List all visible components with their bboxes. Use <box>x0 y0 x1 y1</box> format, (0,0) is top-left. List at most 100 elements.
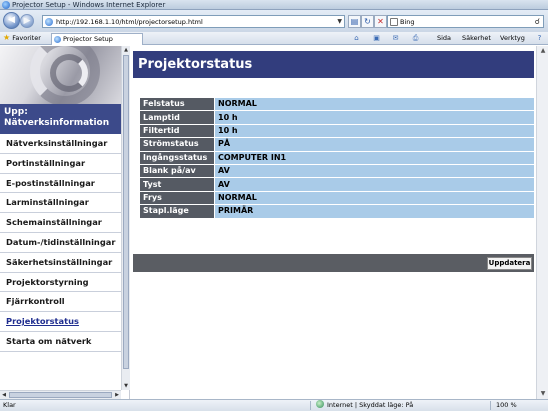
sidebar-item-date-time-settings[interactable]: Datum-/tidinställningar <box>0 233 121 253</box>
status-key: Ingångsstatus <box>140 151 214 164</box>
table-row: Blank på/av AV <box>140 164 534 178</box>
page-menu[interactable]: Sida <box>437 32 451 44</box>
sidebar: Upp: Nätverksinformation Nätverksinställ… <box>0 46 130 399</box>
table-row: Strömstatus PÅ <box>140 138 534 151</box>
address-toolbar: ◀ ▶ http://192.168.1.10/html/projectorse… <box>0 10 548 32</box>
table-row: Lamptid 10 h <box>140 111 534 124</box>
home-icon[interactable]: ⌂ <box>352 34 361 42</box>
search-box[interactable]: Bing ☌ <box>387 15 544 28</box>
sidebar-item-port-settings[interactable]: Portinställningar <box>0 154 121 174</box>
status-bar: Klar Internet | Skyddat läge: På 100 % <box>0 399 548 411</box>
sidebar-item-network-settings[interactable]: Nätverksinställningar <box>0 134 121 154</box>
tools-menu[interactable]: Verktyg <box>500 32 525 44</box>
status-key: Tyst <box>140 178 214 191</box>
feeds-icon[interactable]: ▣ <box>372 34 381 42</box>
table-row: Stapl.läge PRIMÄR <box>140 205 534 218</box>
mail-icon[interactable]: ✉ <box>391 34 400 42</box>
forward-button[interactable]: ▶ <box>20 14 34 28</box>
help-icon[interactable]: ? <box>535 34 544 42</box>
ie-logo-icon <box>2 1 10 9</box>
page-icon <box>45 18 53 26</box>
sidebar-item-projector-status[interactable]: Projektorstatus <box>0 312 121 332</box>
logo-swirl-inner <box>50 54 88 92</box>
stop-icon[interactable]: ✕ <box>374 15 387 28</box>
status-value: 10 h <box>214 111 534 124</box>
page-title: Projektorstatus <box>133 51 534 78</box>
favorites-button[interactable]: ★ Favoriter <box>3 32 41 44</box>
zoom-level[interactable]: 100 % <box>496 400 517 411</box>
status-key: Frys <box>140 191 214 205</box>
status-key: Strömstatus <box>140 138 214 151</box>
sidebar-item-projector-control[interactable]: Projektorstyrning <box>0 273 121 293</box>
scroll-down-icon[interactable]: ▼ <box>122 382 130 390</box>
update-bar: Uppdatera <box>133 254 534 272</box>
status-value: COMPUTER IN1 <box>214 151 534 164</box>
refresh-icon[interactable]: ↻ <box>361 15 374 28</box>
security-zone[interactable]: Internet | Skyddat läge: På <box>316 400 413 411</box>
update-button[interactable]: Uppdatera <box>487 257 532 270</box>
search-input[interactable]: Bing <box>400 16 415 28</box>
status-divider <box>490 401 491 410</box>
status-key: Stapl.läge <box>140 205 214 218</box>
safety-menu[interactable]: Säkerhet <box>462 32 491 44</box>
hscroll-thumb[interactable] <box>9 392 112 398</box>
scroll-up-icon[interactable]: ▲ <box>122 46 130 54</box>
sidebar-heading-link[interactable]: Upp: Nätverksinformation <box>0 104 121 134</box>
address-url: http://192.168.1.10/html/projectorsetup.… <box>56 18 203 26</box>
main-panel: Projektorstatus Felstatus NORMAL Lamptid 1… <box>131 46 536 399</box>
search-provider-icon <box>390 18 398 26</box>
window-title: Projector Setup - Windows Internet Explo… <box>12 1 166 9</box>
sidebar-item-alarm-settings[interactable]: Larminställningar <box>0 193 121 214</box>
sidebar-item-email-settings[interactable]: E-postinställningar <box>0 174 121 194</box>
status-value: PÅ <box>214 138 534 151</box>
status-value: 10 h <box>214 124 534 138</box>
table-row: Felstatus NORMAL <box>140 98 534 111</box>
status-value: PRIMÄR <box>214 205 534 218</box>
table-row: Tyst AV <box>140 178 534 191</box>
status-value: NORMAL <box>214 191 534 205</box>
status-text: Klar <box>3 401 16 409</box>
status-key: Felstatus <box>140 98 214 111</box>
table-row: Frys NORMAL <box>140 191 534 205</box>
status-value: AV <box>214 164 534 178</box>
table-row: Filtertid 10 h <box>140 124 534 138</box>
sidebar-horizontal-scrollbar[interactable]: ◀ ▶ <box>0 390 121 399</box>
table-row: Ingångsstatus COMPUTER IN1 <box>140 151 534 164</box>
back-button[interactable]: ◀ <box>3 12 20 29</box>
sidebar-item-schedule-settings[interactable]: Schemainställningar <box>0 213 121 233</box>
tab-label: Projector Setup <box>63 35 113 43</box>
sidebar-item-restart-network[interactable]: Starta om nätverk <box>0 332 121 352</box>
window-titlebar: Projector Setup - Windows Internet Explo… <box>0 0 548 10</box>
status-key: Blank på/av <box>140 164 214 178</box>
status-key: Filtertid <box>140 124 214 138</box>
internet-zone-icon <box>316 400 324 408</box>
compatibility-view-icon[interactable]: ▤ <box>348 15 361 28</box>
page-scroll-up-icon[interactable]: ▲ <box>538 46 548 56</box>
sidebar-item-remote-control[interactable]: Fjärrkontroll <box>0 292 121 313</box>
zone-label: Internet | Skyddat läge: På <box>327 401 414 409</box>
sidebar-vertical-scrollbar[interactable]: ▲ ▼ <box>121 46 130 390</box>
print-icon[interactable]: ⎙ <box>411 34 420 42</box>
page-vertical-scrollbar[interactable]: ▲ ▼ <box>536 46 548 399</box>
scroll-thumb[interactable] <box>123 55 129 369</box>
page-scroll-down-icon[interactable]: ▼ <box>538 389 548 399</box>
address-dropdown-icon[interactable]: ▼ <box>337 16 342 28</box>
sidebar-logo <box>0 46 121 104</box>
tab-projector-setup[interactable]: Projector Setup <box>51 33 143 45</box>
status-value: NORMAL <box>214 98 534 111</box>
sidebar-menu: Nätverksinställningar Portinställningar … <box>0 134 121 352</box>
scroll-left-icon[interactable]: ◀ <box>0 391 8 399</box>
page-content: Upp: Nätverksinformation Nätverksinställ… <box>0 46 548 399</box>
favorites-label: Favoriter <box>12 34 41 42</box>
search-icon[interactable]: ☌ <box>535 16 540 28</box>
tab-page-icon <box>54 36 61 43</box>
status-value: AV <box>214 178 534 191</box>
address-field[interactable]: http://192.168.1.10/html/projectorsetup.… <box>42 15 345 28</box>
status-table: Felstatus NORMAL Lamptid 10 h Filtertid 10 … <box>140 97 534 219</box>
sidebar-item-security-settings[interactable]: Säkerhetsinställningar <box>0 253 121 273</box>
star-icon: ★ <box>3 33 11 42</box>
command-bar: ★ Favoriter Projector Setup ⌂ ▣ ✉ ⎙ Sida… <box>0 32 548 45</box>
status-key: Lamptid <box>140 111 214 124</box>
scroll-right-icon[interactable]: ▶ <box>113 391 121 399</box>
status-divider <box>310 401 311 410</box>
